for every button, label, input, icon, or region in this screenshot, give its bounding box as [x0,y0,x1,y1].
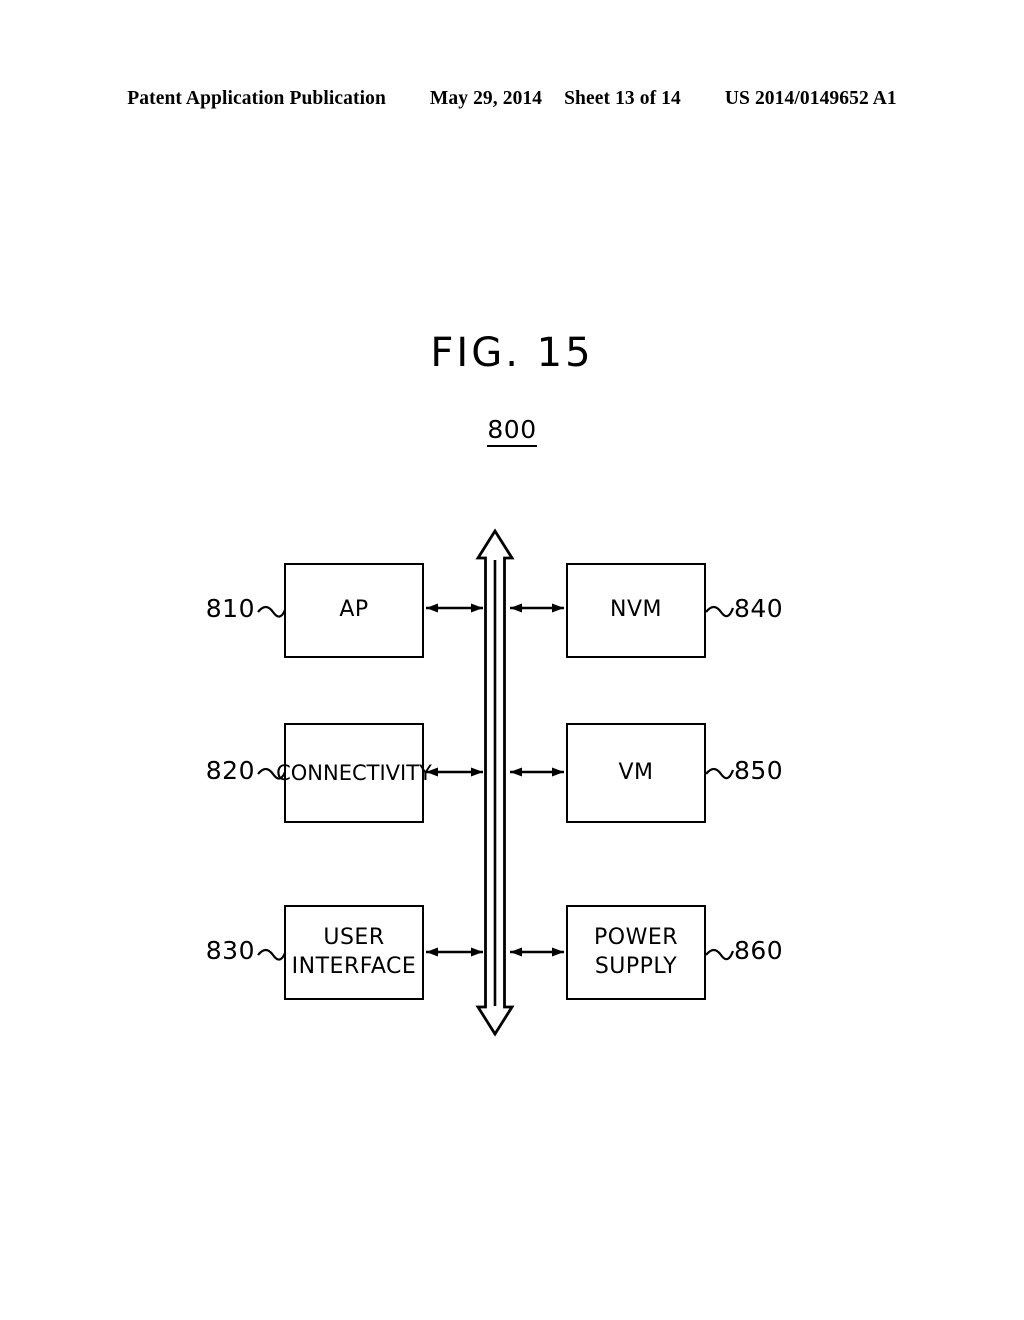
reference-numeral-820: 820 [205,756,255,785]
block-power-supply-label-line-1: POWER [593,925,679,951]
header-date: May 29, 2014 [429,88,543,109]
block-user-interface: USER INTERFACE [284,905,424,1000]
system-bus-outline [475,528,515,1037]
figure-reference-numeral-text: 800 [487,415,537,447]
block-connectivity: CONNECTIVITY [276,723,432,823]
block-ap: AP [284,563,424,658]
block-user-interface-label-line-1: USER [323,925,385,951]
lead-line-830 [257,948,287,961]
block-ap-label: AP [339,597,369,623]
reference-numeral-830: 830 [205,936,255,965]
block-diagram [0,0,1024,1320]
lead-line-850 [705,767,735,780]
header-publication: Patent Application Publication [127,88,386,109]
reference-numeral-860: 860 [734,936,784,965]
reference-numeral-850: 850 [734,756,784,785]
header-patent-number: US 2014/0149652 A1 [724,88,897,109]
lead-line-810 [257,605,287,618]
block-nvm-label: NVM [610,597,662,623]
reference-numeral-840: 840 [734,594,784,623]
header-sheet: Sheet 13 of 14 [564,88,681,109]
block-vm: VM [566,723,706,823]
block-power-supply-label-line-2: SUPPLY [594,953,678,979]
block-user-interface-label-line-2: INTERFACE [291,953,417,979]
figure-title: FIG. 15 [430,330,594,376]
lead-line-860 [705,948,735,961]
block-power-supply-label: POWER SUPPLY [594,924,678,980]
page-header: Patent Application Publication May 29, 2… [0,88,1024,110]
block-user-interface-label: USER INTERFACE [292,924,417,980]
block-nvm: NVM [566,563,706,658]
lead-line-840 [705,605,735,618]
reference-numeral-810: 810 [205,594,255,623]
block-vm-label: VM [618,759,654,785]
block-connectivity-label: CONNECTIVITY [276,760,432,785]
block-power-supply: POWER SUPPLY [566,905,706,1000]
figure-reference-numeral: 800 [0,415,1024,447]
